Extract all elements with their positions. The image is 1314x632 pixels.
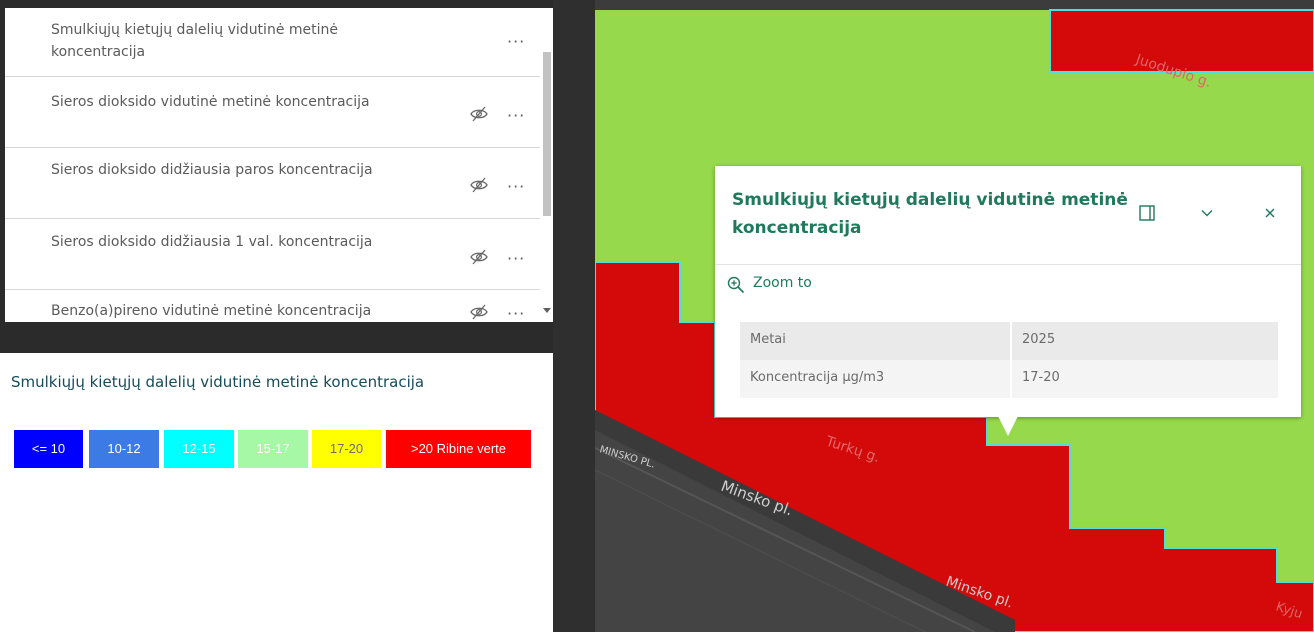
layer-name: Sieros dioksido vidutinė metinė koncentr…	[51, 94, 370, 110]
attribute-value: 2025	[1022, 332, 1056, 347]
more-options-icon[interactable]: ···	[507, 251, 525, 267]
layer-name: Smulkiųjų kietųjų dalelių vidutinė metin…	[51, 22, 338, 60]
more-options-icon[interactable]: ···	[507, 306, 525, 322]
visibility-off-icon[interactable]	[469, 304, 489, 320]
layer-list-scrollbar[interactable]	[540, 8, 554, 322]
app-root: Smulkiųjų kietųjų dalelių vidutinė metin…	[0, 0, 1314, 632]
dock-icon[interactable]	[1139, 205, 1155, 221]
layer-list-item[interactable]: Benzo(a)pireno vidutinė metinė koncentra…	[5, 290, 540, 322]
chevron-down-icon[interactable]	[1201, 209, 1213, 217]
visibility-off-icon[interactable]	[469, 106, 489, 122]
close-icon[interactable]	[1265, 208, 1275, 218]
more-options-icon[interactable]: ···	[507, 34, 525, 50]
layer-list-item[interactable]: Sieros dioksido didžiausia 1 val. koncen…	[5, 219, 540, 290]
legend-swatch: >20 Ribine verte	[386, 430, 531, 468]
layer-list: Smulkiųjų kietųjų dalelių vidutinė metin…	[5, 8, 540, 322]
attribute-row: Koncentracija µg/m3 17-20	[740, 360, 1278, 398]
attribute-key: Metai	[750, 332, 786, 347]
layer-name: Sieros dioksido didžiausia paros koncent…	[51, 162, 373, 178]
layer-list-item[interactable]: Smulkiųjų kietųjų dalelių vidutinė metin…	[5, 8, 540, 77]
zoom-in-icon[interactable]	[727, 276, 745, 294]
cell-divider	[1010, 360, 1012, 398]
attribute-value: 17-20	[1022, 370, 1060, 385]
zoom-to-button[interactable]: Zoom to	[753, 275, 812, 291]
legend-swatch: 15-17	[238, 430, 308, 468]
legend-title: Smulkiųjų kietųjų dalelių vidutinė metin…	[11, 373, 425, 391]
red-zone-top	[1049, 9, 1314, 73]
panel-divider	[553, 0, 595, 632]
popup-separator	[715, 264, 1301, 265]
visibility-off-icon[interactable]	[469, 249, 489, 265]
cell-divider	[1010, 322, 1012, 360]
popup-title: Smulkiųjų kietųjų dalelių vidutinė metin…	[732, 190, 1128, 238]
layer-name: Sieros dioksido didžiausia 1 val. koncen…	[51, 234, 373, 250]
attribute-row: Metai 2025	[740, 322, 1278, 360]
scrollbar-thumb[interactable]	[543, 52, 551, 216]
legend-swatch: 10-12	[89, 430, 159, 468]
legend-swatch: 17-20	[312, 430, 381, 468]
scroll-down-arrow-icon[interactable]	[543, 308, 551, 313]
legend-swatch: <= 10	[14, 430, 83, 468]
attribute-key: Koncentracija µg/m3	[750, 370, 885, 385]
popup-pointer	[998, 416, 1018, 436]
layer-list-item[interactable]: Sieros dioksido didžiausia paros koncent…	[5, 148, 540, 219]
more-options-icon[interactable]: ···	[507, 108, 525, 124]
legend-swatch: 12-15	[164, 430, 234, 468]
legend-panel: Smulkiųjų kietųjų dalelių vidutinė metin…	[0, 353, 553, 632]
layer-name: Benzo(a)pireno vidutinė metinė koncentra…	[51, 303, 372, 319]
more-options-icon[interactable]: ···	[507, 179, 525, 195]
visibility-off-icon[interactable]	[469, 177, 489, 193]
layer-list-item[interactable]: Sieros dioksido vidutinė metinė koncentr…	[5, 77, 540, 148]
feature-popup: Smulkiųjų kietųjų dalelių vidutinė metin…	[715, 166, 1301, 417]
